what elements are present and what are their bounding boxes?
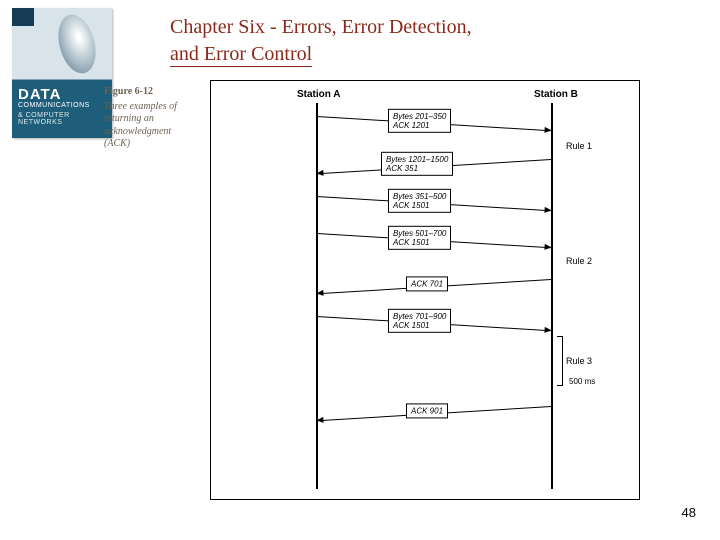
figure-description: Three examples of returning an acknowled… (104, 101, 177, 150)
book-spine (12, 8, 34, 26)
message-text: ACK 1501 (393, 201, 429, 210)
chapter-title-line2: and Error Control (170, 43, 312, 67)
chapter-title-line1: Chapter Six - Errors, Error Detection, (170, 16, 472, 38)
book-title-line2: COMMUNICATIONS (18, 102, 90, 109)
message-box: ACK 701 (406, 276, 448, 291)
page-number: 48 (682, 505, 696, 520)
rule-label: Rule 3 (566, 356, 592, 366)
timeline-b (551, 103, 553, 489)
station-a-label: Station A (297, 89, 341, 100)
figure-number: Figure 6-12 (104, 86, 199, 99)
message-text: Bytes 1201–1500 (386, 155, 448, 164)
rule-label: Rule 1 (566, 141, 592, 151)
message-text: ACK 1501 (393, 321, 429, 330)
sequence-diagram: Station A Station B Bytes 201–350 ACK 12… (210, 80, 640, 500)
message-box: Bytes 201–350 ACK 1201 (388, 109, 451, 133)
message-text: ACK 351 (386, 164, 418, 173)
book-title-line1: DATA (18, 86, 61, 103)
station-b-label: Station B (534, 89, 578, 100)
message-text: ACK 1501 (393, 238, 429, 247)
message-text: ACK 1201 (393, 121, 429, 130)
message-box: ACK 901 (406, 403, 448, 418)
message-box: Bytes 701–900 ACK 1501 (388, 309, 451, 333)
message-text: Bytes 201–350 (393, 112, 446, 121)
chapter-title: Chapter Six - Errors, Error Detection, a… (170, 14, 550, 68)
message-box: Bytes 1201–1500 ACK 351 (381, 152, 453, 176)
message-text: Bytes 351–500 (393, 192, 446, 201)
delay-label: 500 ms (569, 377, 595, 386)
satellite-dish-icon (52, 10, 101, 77)
rule-label: Rule 2 (566, 256, 592, 266)
book-cover-thumbnail: DATA COMMUNICATIONS & COMPUTER NETWORKS (12, 8, 112, 138)
message-box: Bytes 501–700 ACK 1501 (388, 226, 451, 250)
message-box: Bytes 351–500 ACK 1501 (388, 189, 451, 213)
figure-caption: Figure 6-12 Three examples of returning … (104, 86, 199, 151)
delay-bracket (557, 336, 563, 386)
book-title-line3: & COMPUTER NETWORKS (18, 112, 112, 126)
message-text: ACK 901 (411, 406, 443, 415)
message-text: Bytes 501–700 (393, 229, 446, 238)
message-text: ACK 701 (411, 279, 443, 288)
message-text: Bytes 701–900 (393, 312, 446, 321)
